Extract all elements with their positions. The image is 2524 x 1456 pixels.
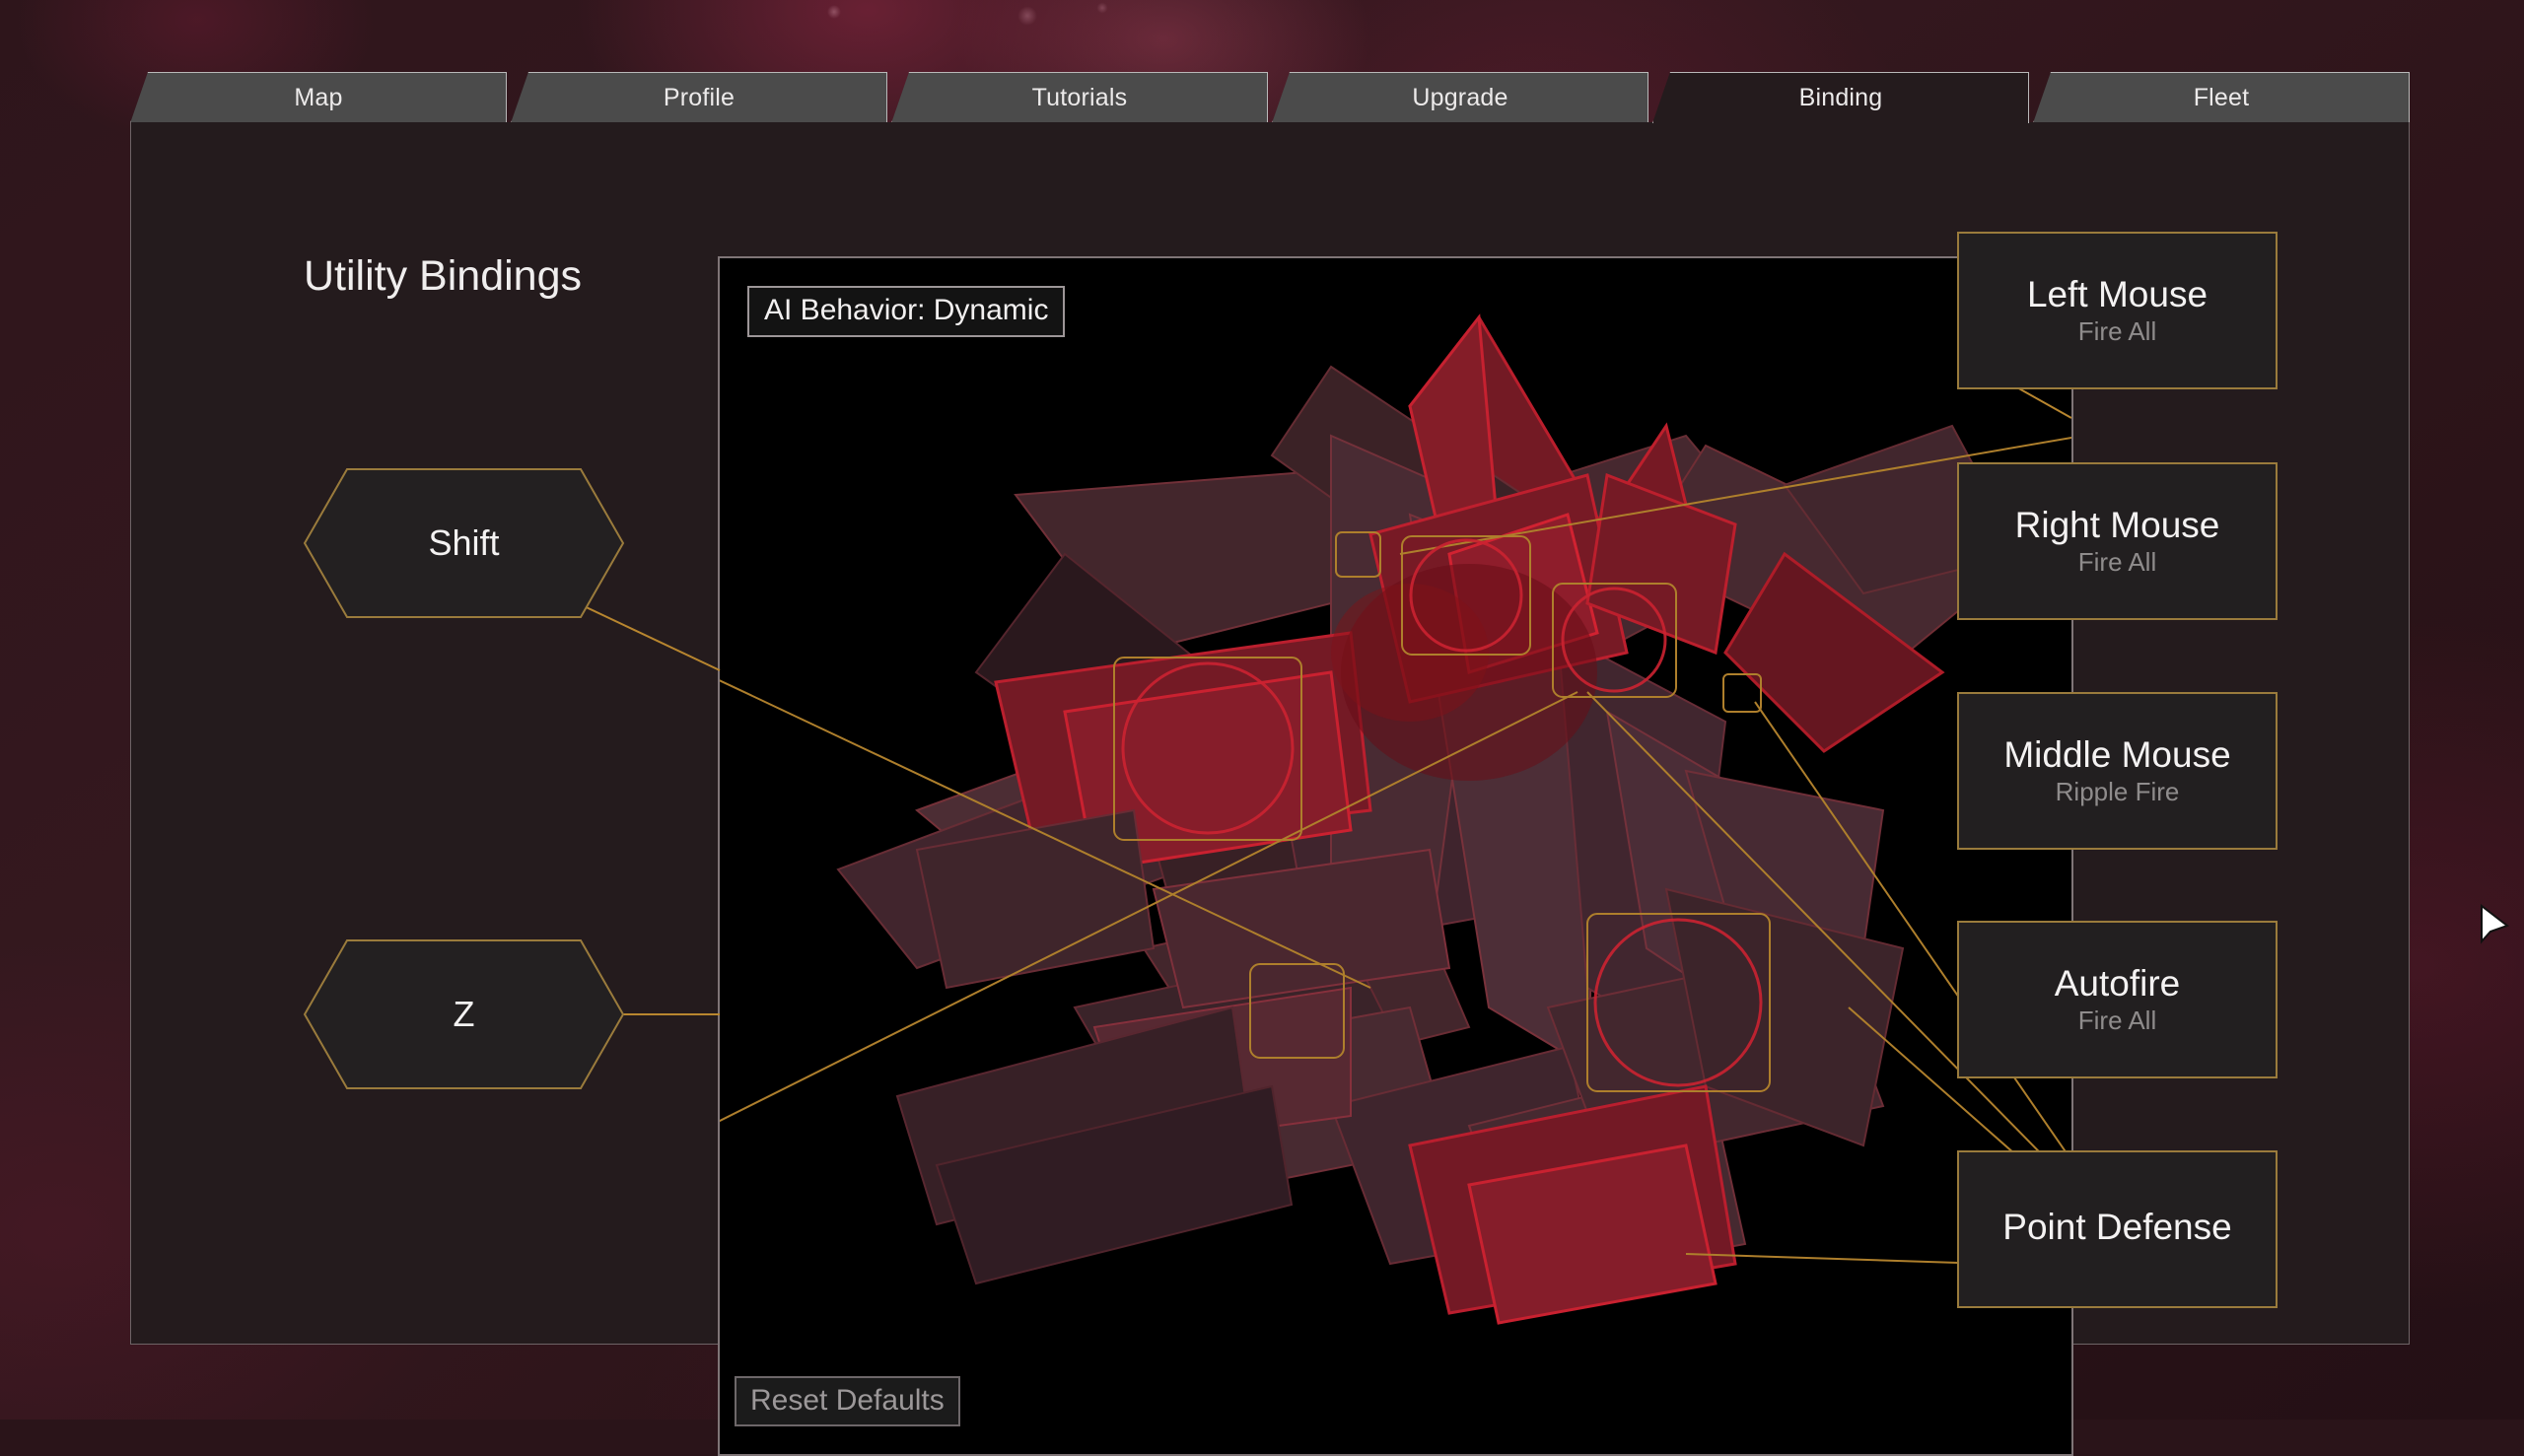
tab-label: Upgrade — [1412, 84, 1507, 112]
hex-outline — [304, 939, 624, 1089]
tab-tutorials[interactable]: Tutorials — [891, 72, 1268, 123]
weapon-binding-mode: Fire All — [2078, 318, 2156, 345]
tab-label: Tutorials — [1032, 84, 1128, 112]
reset-defaults-label: Reset Defaults — [750, 1384, 945, 1417]
tab-bar: Map Profile Tutorials Upgrade Binding Fl… — [130, 72, 2410, 123]
tab-upgrade[interactable]: Upgrade — [1272, 72, 1648, 123]
weapon-binding-autofire[interactable]: Autofire Fire All — [1957, 921, 2278, 1078]
tab-profile[interactable]: Profile — [511, 72, 887, 123]
weapon-binding-title: Point Defense — [2002, 1209, 2231, 1247]
ship-viewport[interactable]: AI Behavior: Dynamic Reset Defaults — [718, 256, 2073, 1456]
weapon-binding-title: Left Mouse — [2027, 276, 2208, 314]
tab-label: Profile — [664, 84, 735, 112]
weapon-binding-mode: Ripple Fire — [2056, 779, 2180, 805]
tab-label: Fleet — [2194, 84, 2250, 112]
utility-bindings-title: Utility Bindings — [304, 252, 582, 301]
weapon-binding-point-defense[interactable]: Point Defense — [1957, 1150, 2278, 1308]
tab-map[interactable]: Map — [130, 72, 507, 123]
weapon-binding-mode: Fire All — [2078, 549, 2156, 576]
weapon-binding-middle-mouse[interactable]: Middle Mouse Ripple Fire — [1957, 692, 2278, 850]
mouse-pointer-icon — [2478, 904, 2511, 945]
weapon-binding-right-mouse[interactable]: Right Mouse Fire All — [1957, 462, 2278, 620]
tab-fleet[interactable]: Fleet — [2033, 72, 2410, 123]
weapon-binding-left-mouse[interactable]: Left Mouse Fire All — [1957, 232, 2278, 389]
hex-outline — [304, 468, 624, 618]
weapon-binding-title: Right Mouse — [2015, 507, 2220, 545]
weapon-binding-title: Middle Mouse — [2003, 736, 2230, 775]
tab-binding[interactable]: Binding — [1652, 72, 2029, 123]
tab-label: Map — [294, 84, 342, 112]
weapon-binding-mode: Fire All — [2078, 1007, 2156, 1034]
weapon-binding-title: Autofire — [2055, 965, 2181, 1004]
ai-behavior-label: AI Behavior: Dynamic — [764, 294, 1048, 326]
ai-behavior-button[interactable]: AI Behavior: Dynamic — [747, 286, 1065, 337]
ship-wireframe — [720, 258, 2073, 1456]
tab-label: Binding — [1799, 84, 1883, 112]
binding-panel: Utility Bindings Weapon Bindings — [130, 122, 2410, 1345]
reset-defaults-button[interactable]: Reset Defaults — [735, 1376, 960, 1427]
